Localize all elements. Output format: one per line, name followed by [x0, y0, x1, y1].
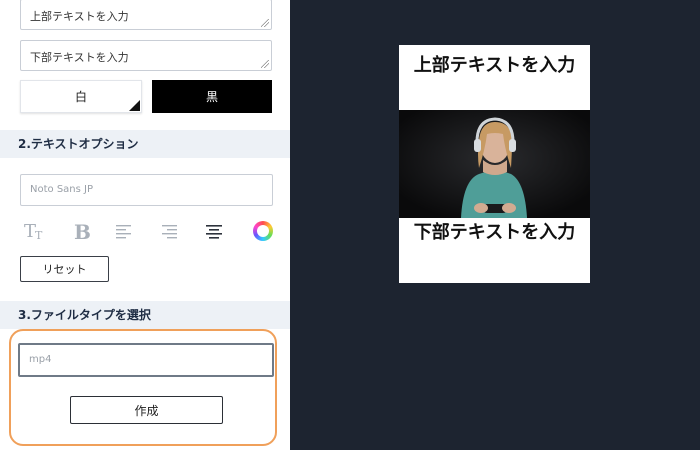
preview-bottom-caption: 下部テキストを入力 — [413, 222, 576, 243]
font-select[interactable]: Noto Sans JP — [20, 174, 273, 206]
preview-area: 上部テキストを入力 下部テキストを入力 — [290, 0, 700, 450]
svg-text:T: T — [35, 229, 43, 241]
meme-preview: 上部テキストを入力 下部テキストを入力 — [399, 45, 590, 283]
create-button[interactable]: 作成 — [70, 396, 223, 424]
bottom-text-input[interactable]: 下部テキストを入力 — [20, 40, 272, 71]
resize-handle-icon[interactable] — [261, 19, 269, 27]
section-file-type-title: 3.ファイルタイプを選択 — [18, 308, 151, 322]
align-center-icon[interactable] — [202, 219, 226, 243]
align-left-icon[interactable] — [112, 219, 136, 243]
resize-handle-icon[interactable] — [261, 60, 269, 68]
section-file-type-header: 3.ファイルタイプを選択 — [0, 301, 290, 329]
bottom-text-value: 下部テキストを入力 — [30, 51, 129, 64]
create-label: 作成 — [134, 403, 159, 418]
black-color-button[interactable]: 黒 — [152, 80, 272, 113]
section-text-options-header: 2.テキストオプション — [0, 130, 290, 158]
top-text-value: 上部テキストを入力 — [30, 10, 129, 23]
svg-text:B: B — [74, 221, 91, 241]
reset-label: リセット — [42, 263, 87, 276]
align-right-icon[interactable] — [157, 219, 181, 243]
section-text-options-title: 2.テキストオプション — [18, 137, 139, 151]
font-select-value: Noto Sans JP — [30, 184, 93, 195]
sidebar: 上部テキストを入力 下部テキストを入力 白 黒 2.テキストオプション Noto… — [0, 0, 290, 450]
text-size-icon[interactable]: T T — [23, 219, 47, 243]
black-color-label: 黒 — [205, 90, 218, 104]
preview-image — [399, 110, 590, 218]
dropdown-corner-icon — [129, 100, 140, 111]
girl-with-headphones-image — [399, 110, 590, 218]
preview-top-caption: 上部テキストを入力 — [413, 55, 576, 76]
bold-icon[interactable]: B — [69, 219, 93, 243]
white-color-button[interactable]: 白 — [20, 80, 142, 113]
reset-button[interactable]: リセット — [20, 256, 109, 282]
file-type-select[interactable]: mp4 — [18, 343, 274, 377]
file-type-value: mp4 — [29, 354, 52, 365]
color-wheel-icon[interactable] — [251, 219, 275, 243]
top-text-input[interactable]: 上部テキストを入力 — [20, 0, 272, 30]
white-color-label: 白 — [74, 90, 87, 104]
